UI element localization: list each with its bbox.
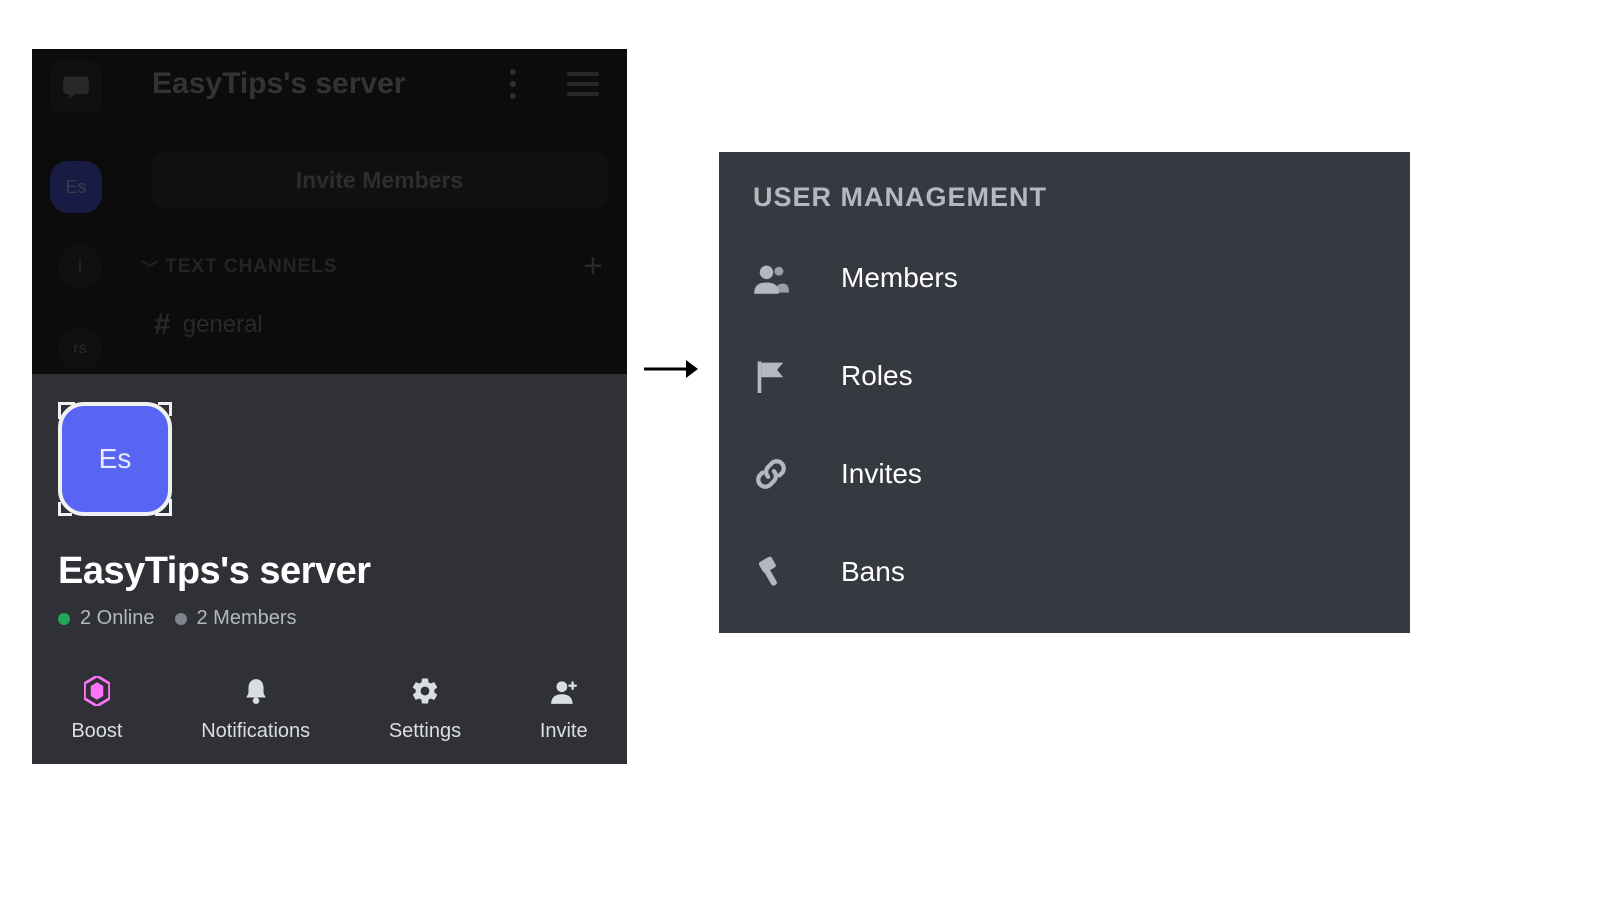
- dim-overlay[interactable]: [32, 49, 627, 374]
- flag-icon: [753, 358, 789, 394]
- members-icon: [753, 260, 789, 296]
- members-count: 2 Members: [197, 607, 297, 630]
- settings-label: Settings: [389, 720, 461, 743]
- bell-icon: [241, 676, 271, 706]
- members-item[interactable]: Members: [719, 229, 1410, 327]
- roles-item[interactable]: Roles: [719, 327, 1410, 425]
- hammer-icon: [753, 554, 789, 590]
- notifications-button[interactable]: Notifications: [201, 676, 310, 743]
- members-dot-icon: [175, 613, 187, 625]
- user-management-panel: USER MANAGEMENT Members Roles Invites Ba…: [719, 152, 1410, 633]
- server-bottom-sheet: Es EasyTips's server 2 Online 2 Members …: [32, 374, 627, 764]
- link-icon: [753, 456, 789, 492]
- invite-button[interactable]: Invite: [540, 676, 588, 743]
- invites-item[interactable]: Invites: [719, 425, 1410, 523]
- server-large-icon-text: Es: [99, 443, 132, 475]
- members-label: Members: [841, 262, 958, 294]
- online-dot-icon: [58, 613, 70, 625]
- notifications-label: Notifications: [201, 720, 310, 743]
- bans-label: Bans: [841, 556, 905, 588]
- invites-label: Invites: [841, 458, 922, 490]
- server-info-screen: Es | rs EasyTips's server Invite Members…: [32, 49, 627, 764]
- boost-icon: [82, 676, 112, 706]
- user-management-title: USER MANAGEMENT: [719, 152, 1410, 229]
- arrow-icon: [642, 354, 700, 384]
- server-large-icon[interactable]: Es: [58, 402, 172, 516]
- bans-item[interactable]: Bans: [719, 523, 1410, 621]
- roles-label: Roles: [841, 360, 913, 392]
- invite-label: Invite: [540, 720, 588, 743]
- online-count: 2 Online: [80, 607, 155, 630]
- gear-icon: [410, 676, 440, 706]
- boost-label: Boost: [71, 720, 122, 743]
- server-status-row: 2 Online 2 Members: [58, 607, 601, 630]
- settings-button[interactable]: Settings: [389, 676, 461, 743]
- boost-button[interactable]: Boost: [71, 676, 122, 743]
- sheet-actions: Boost Notifications Settings Invite: [32, 654, 627, 764]
- sheet-server-name: EasyTips's server: [58, 550, 601, 593]
- server-channel-view-dimmed: Es | rs EasyTips's server Invite Members…: [32, 49, 627, 374]
- person-plus-icon: [549, 676, 579, 706]
